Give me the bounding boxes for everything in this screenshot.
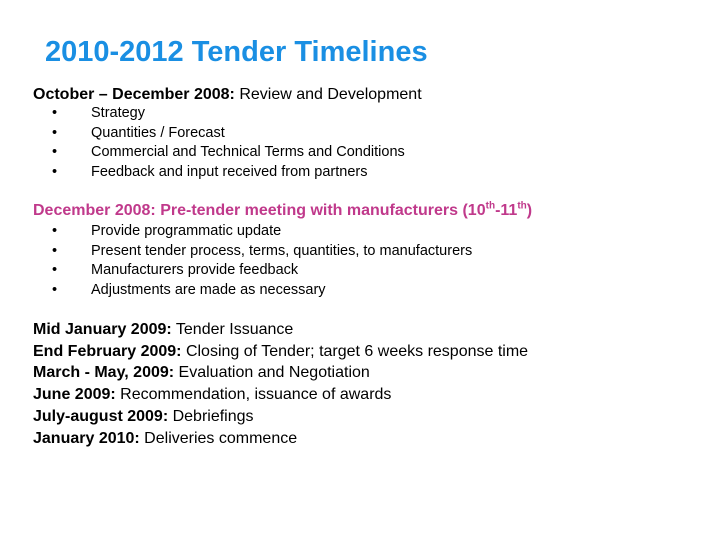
pretender-label-mid: -11 (495, 202, 518, 219)
bullet-icon: • (52, 242, 58, 259)
list-item-text: Present tender process, terms, quantitie… (91, 242, 473, 259)
superscript: th (485, 200, 496, 212)
list-item: • Provide programmatic update (52, 222, 472, 242)
milestone-item: June 2009: Recommendation, issuance of a… (33, 384, 528, 406)
milestone-text: Debriefings (168, 407, 254, 425)
bullet-icon: • (52, 223, 58, 239)
list-item-text: Strategy (91, 105, 145, 121)
section-heading-text: Review and Development (234, 86, 422, 103)
list-item-text: Adjustments are made as necessary (91, 281, 326, 298)
milestone-date: Mid January 2009: (33, 321, 172, 338)
bullet-icon: • (52, 144, 58, 160)
list-item-text: Provide programmatic update (91, 223, 282, 239)
milestone-text: Tender Issuance (171, 321, 294, 338)
list-item: • Quantities / Forecast (52, 124, 405, 144)
list-item: • Strategy (52, 104, 405, 124)
milestone-text: Closing of Tender; target 6 weeks respon… (181, 342, 529, 360)
bullet-icon: • (52, 163, 58, 180)
milestone-date: March - May, 2009: (33, 364, 175, 382)
list-item: • Commercial and Technical Terms and Cond… (52, 143, 405, 163)
milestone-text: Recommendation, issuance of awards (115, 386, 392, 404)
milestone-item: End February 2009: Closing of Tender; ta… (33, 341, 528, 363)
pretender-label-end: ) (526, 202, 533, 219)
milestone-date: January 2010: (33, 429, 140, 447)
milestone-item: Mid January 2009: Tender Issuance (33, 319, 528, 341)
section-heading-date: October – December 2008: (33, 86, 235, 103)
milestone-item: January 2010: Deliveries commence (33, 428, 528, 450)
list-item-text: Manufacturers provide feedback (91, 262, 299, 278)
bullet-icon: • (52, 124, 58, 141)
list-item: • Adjustments are made as necessary (52, 281, 472, 301)
review-bullet-list: • Strategy • Quantities / Forecast • Commer… (52, 104, 405, 182)
page-title: 2010-2012 Tender Timelines (45, 36, 428, 68)
milestone-date: June 2009: (33, 386, 116, 404)
list-item: • Manufacturers provide feedback (52, 261, 472, 281)
bullet-icon: • (52, 262, 58, 278)
superscript: th (517, 200, 527, 212)
milestone-date: July-august 2009: (33, 407, 169, 425)
list-item: • Present tender process, terms, quantiti… (52, 242, 472, 262)
list-item-text: Quantities / Forecast (91, 124, 225, 141)
section-heading-review: October – December 2008: Review and Deve… (33, 86, 422, 104)
milestone-text: Evaluation and Negotiation (174, 364, 370, 382)
milestone-date: End February 2009: (33, 342, 182, 360)
pretender-bullet-list: • Provide programmatic update • Present te… (52, 222, 472, 300)
list-item: • Feedback and input received from partne… (52, 163, 405, 183)
list-item-text: Feedback and input received from partner… (91, 163, 368, 180)
milestone-text: Deliveries commence (139, 429, 298, 447)
milestone-item: July-august 2009: Debriefings (33, 406, 528, 428)
pretender-label: December 2008: Pre-tender meeting with m… (33, 202, 486, 219)
section-heading-pretender: December 2008: Pre-tender meeting with m… (33, 200, 533, 220)
milestone-list: Mid January 2009: Tender Issuance End Fe… (33, 319, 528, 449)
list-item-text: Commercial and Technical Terms and Condi… (91, 144, 405, 160)
bullet-icon: • (52, 105, 58, 121)
milestone-item: March - May, 2009: Evaluation and Negoti… (33, 362, 528, 384)
bullet-icon: • (52, 281, 58, 298)
